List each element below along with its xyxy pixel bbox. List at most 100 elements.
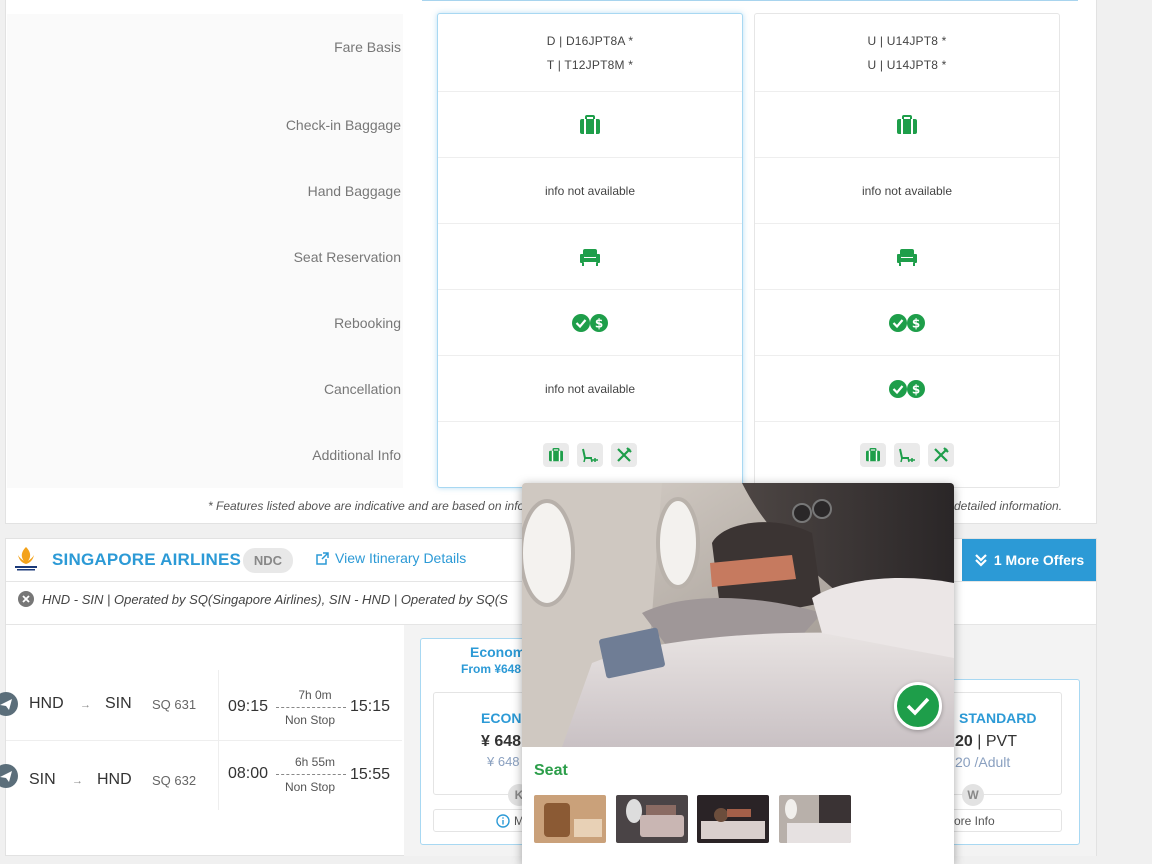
- thumbnail-seat-photo-1[interactable]: [534, 795, 606, 843]
- seat-legroom-icon[interactable]: [894, 443, 920, 467]
- seat-legroom-icon[interactable]: [577, 443, 603, 467]
- origin-airport: SIN: [29, 771, 56, 788]
- tab-economy-title: Econom: [470, 644, 526, 660]
- departure-time: 08:00: [228, 765, 269, 782]
- hand-baggage-cell: info not available: [438, 158, 742, 224]
- additional-info-cell: [755, 422, 1059, 488]
- seat-photo: [522, 483, 954, 747]
- double-chevron-down-icon: [975, 554, 987, 567]
- fare-basis-cell: D | D16JPT8A * T | T12JPT8M *: [438, 14, 742, 92]
- check-dollar-icon: $: [889, 379, 925, 398]
- check-dollar-icon: $: [572, 313, 608, 332]
- fare-option-per-adult: ¥ 648: [487, 754, 520, 769]
- check-dollar-icon: $: [889, 313, 925, 332]
- hand-baggage-cell: info not available: [755, 158, 1059, 224]
- duration-line: [276, 774, 346, 775]
- meal-icon[interactable]: [928, 443, 954, 467]
- info-icon: [496, 813, 510, 828]
- more-offers-button[interactable]: 1 More Offers: [962, 539, 1096, 581]
- fare-option-per-adult: 20 /Adult: [955, 754, 1011, 770]
- stops: Non Stop: [284, 713, 336, 727]
- check-icon: [894, 682, 942, 730]
- label-hand-baggage: Hand Baggage: [307, 183, 401, 199]
- footnote-text: * Features listed above are indicative a…: [208, 499, 529, 513]
- panel-top-divider: [422, 0, 1078, 1]
- fare-basis-line: U | U14JPT8 *: [867, 57, 947, 72]
- svg-text:$: $: [912, 382, 920, 396]
- hand-baggage-value: info not available: [861, 183, 953, 198]
- fare-option-price-line: 20 | PVT: [955, 733, 1017, 751]
- seat-reservation-cell: [755, 224, 1059, 290]
- divider: [6, 740, 402, 741]
- fare-basis-cell: U | U14JPT8 * U | U14JPT8 *: [755, 14, 1059, 92]
- view-itinerary-label: View Itinerary Details: [335, 550, 467, 566]
- flight-duration: 7h 0m: [298, 688, 332, 702]
- thumbnail-seat-photo-2[interactable]: [616, 795, 688, 843]
- arrow-right-icon: →: [80, 699, 91, 711]
- fare-basis-line: T | T12JPT8M *: [546, 57, 634, 72]
- plane-icon: [0, 692, 18, 716]
- more-offers-label: 1 More Offers: [993, 552, 1085, 568]
- flight-number: SQ 632: [152, 773, 197, 788]
- close-circle-icon[interactable]: [18, 591, 34, 607]
- fare-option-name: STANDARD: [959, 710, 1037, 726]
- feature-labels-column: Fare Basis Check-in Baggage Hand Baggage…: [7, 14, 403, 488]
- cancellation-cell: info not available: [438, 356, 742, 422]
- additional-info-cell: [438, 422, 742, 488]
- suitcase-icon[interactable]: [543, 443, 569, 467]
- destination-airport: SIN: [105, 695, 132, 712]
- booking-class-badge: W: [962, 784, 984, 806]
- suitcase-icon: [897, 114, 917, 134]
- panel-top-strip: [7, 0, 401, 14]
- route-summary-text: HND - SIN | Operated by SQ(Singapore Air…: [42, 591, 508, 607]
- plane-icon: [0, 764, 18, 788]
- flight-segment-2[interactable]: SIN → HND SQ 632 08:00 6h 55m Non Stop 1…: [0, 742, 402, 816]
- svg-text:$: $: [912, 316, 920, 330]
- fare-option-class: | PVT: [972, 733, 1017, 750]
- checkin-baggage-cell: [755, 92, 1059, 158]
- flight-number: SQ 631: [152, 697, 197, 712]
- svg-text:$: $: [595, 316, 603, 330]
- rebooking-cell: $: [438, 290, 742, 356]
- view-itinerary-link[interactable]: View Itinerary Details: [316, 550, 466, 566]
- label-fare-basis: Fare Basis: [334, 39, 401, 55]
- fare-option-price: 20: [955, 733, 973, 750]
- origin-airport: HND: [29, 695, 64, 712]
- airline-name: SINGAPORE AIRLINES: [52, 550, 242, 569]
- suitcase-icon: [580, 114, 600, 134]
- meal-icon[interactable]: [611, 443, 637, 467]
- destination-airport: HND: [97, 771, 132, 788]
- popup-title: Seat: [534, 762, 568, 779]
- thumbnail-seat-photo-3[interactable]: [697, 795, 769, 843]
- fare-card-2[interactable]: U | U14JPT8 * U | U14JPT8 * info not ava…: [754, 13, 1060, 488]
- checkin-baggage-cell: [438, 92, 742, 158]
- footnote-text-end: detailed information.: [954, 499, 1063, 513]
- seat-icon: [580, 248, 600, 266]
- more-info-label: ore Info: [954, 813, 995, 828]
- fare-option-price: ¥ 648: [481, 733, 522, 750]
- label-cancellation: Cancellation: [323, 381, 401, 397]
- label-rebooking: Rebooking: [334, 315, 401, 331]
- departure-time: 09:15: [228, 698, 269, 715]
- arrival-time: 15:15: [350, 698, 391, 715]
- fare-basis-line: D | D16JPT8A *: [546, 33, 634, 48]
- arrow-right-icon: →: [72, 775, 83, 787]
- thumbnail-seat-photo-4[interactable]: [779, 795, 851, 843]
- ndc-badge: NDC: [243, 548, 293, 573]
- cancellation-cell: $: [755, 356, 1059, 422]
- label-additional-info: Additional Info: [312, 447, 401, 463]
- seat-icon: [897, 248, 917, 266]
- route-summary: HND - SIN | Operated by SQ(Singapore Air…: [18, 591, 538, 607]
- fare-basis-line: U | U14JPT8 *: [867, 33, 947, 48]
- tab-economy-price: From ¥648: [461, 662, 522, 676]
- stops: Non Stop: [284, 780, 336, 794]
- flight-segment-1[interactable]: HND → SIN SQ 631 09:15 7h 0m Non Stop 15…: [0, 666, 402, 740]
- flight-duration: 6h 55m: [294, 755, 336, 769]
- external-link-icon: [316, 551, 329, 565]
- duration-line: [276, 707, 346, 708]
- rebooking-cell: $: [755, 290, 1059, 356]
- label-checkin-baggage: Check-in Baggage: [285, 117, 401, 133]
- seat-reservation-cell: [438, 224, 742, 290]
- fare-card-1[interactable]: D | D16JPT8A * T | T12JPT8M * info not a…: [437, 13, 743, 488]
- suitcase-icon[interactable]: [860, 443, 886, 467]
